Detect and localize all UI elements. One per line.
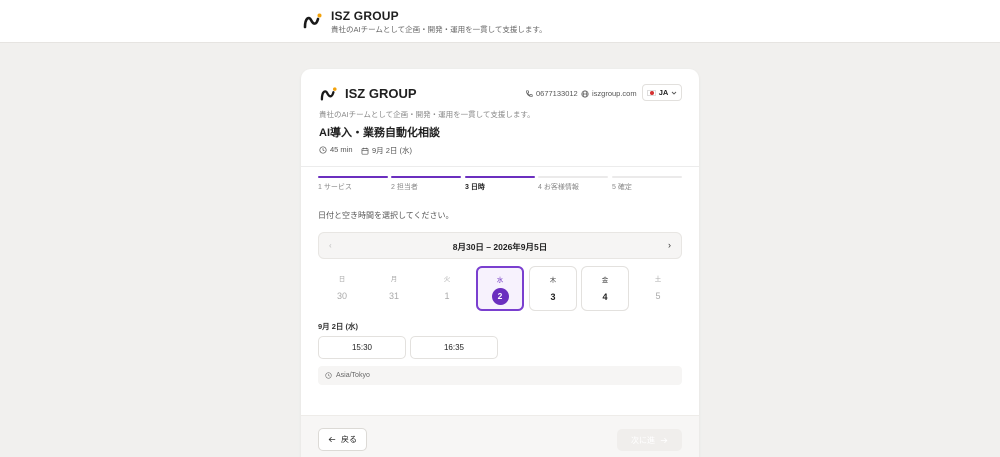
day-weekday: 木 [549, 277, 557, 284]
day-cell-30: 日 30 [318, 266, 366, 311]
step-bar [612, 176, 682, 178]
day-weekday: 日 [338, 276, 346, 283]
step-bar [391, 176, 461, 178]
step-label: 1 サービス [318, 184, 352, 191]
duration-info: 45 min [319, 145, 353, 154]
clock-icon [319, 145, 327, 154]
date-info: 9月 2日 (水) [361, 145, 412, 156]
step-label: 5 確定 [612, 184, 632, 191]
day-cell-31: 月 31 [370, 266, 418, 311]
step-label: 4 お客様情報 [538, 184, 579, 191]
day-cell-5: 土 5 [634, 266, 682, 311]
step-label: 3 日時 [465, 184, 485, 191]
day-number: 31 [388, 291, 399, 301]
chevron-right-icon[interactable]: › [668, 240, 671, 250]
website-url: iszgroup.com [592, 89, 637, 98]
day-weekday: 金 [601, 277, 609, 284]
globe-icon [581, 89, 589, 98]
step-bar [465, 176, 535, 178]
back-button[interactable]: 戻る [318, 428, 367, 451]
step-bar [318, 176, 388, 178]
day-number: 3 [550, 292, 556, 302]
step-label: 2 担当者 [391, 184, 418, 191]
arrow-right-icon [660, 437, 668, 443]
day-cell-2-selected[interactable]: 水 2 [476, 266, 524, 311]
chevron-down-icon [671, 91, 677, 95]
step-customer-info: 4 お客様情報 [538, 176, 608, 192]
day-weekday: 月 [390, 276, 398, 283]
duration-text: 45 min [330, 145, 353, 154]
next-button[interactable]: 次に進 [617, 429, 682, 451]
step-service: 1 サービス [318, 176, 388, 192]
week-range: 8月30日 – 2026年9月5日 [452, 242, 548, 252]
booking-card: ISZ GROUP 0677133012 iszgroup.com JA 貴社の… [301, 69, 699, 457]
day-number: 1 [444, 291, 450, 301]
phone-link[interactable]: 0677133012 [525, 89, 578, 98]
timezone-text: Asia/Tokyo [336, 372, 370, 379]
card-brand: ISZ GROUP [345, 86, 417, 101]
time-slot-button[interactable]: 15:30 [318, 336, 406, 359]
language-select[interactable]: JA [642, 84, 682, 101]
header-brand: ISZ GROUP [331, 9, 399, 23]
phone-number: 0677133012 [536, 89, 578, 98]
day-cell-3[interactable]: 木 3 [529, 266, 577, 311]
back-label: 戻る [341, 435, 357, 444]
step-confirm: 5 確定 [612, 176, 682, 192]
day-number: 30 [336, 291, 347, 301]
instruction-text: 日付と空き時間を選択してください。 [318, 211, 454, 220]
header-tagline: 貴社のAIチームとして企画・開発・運用を一貫して支援します。 [331, 25, 547, 34]
day-cell-4[interactable]: 金 4 [581, 266, 629, 311]
phone-icon [526, 89, 533, 97]
isz-logo-icon [303, 13, 322, 29]
day-cell-1: 火 1 [423, 266, 471, 311]
language-code: JA [658, 88, 669, 97]
card-description: 貴社のAIチームとして企画・開発・運用を一貫して支援します。 [319, 110, 535, 119]
website-link[interactable]: iszgroup.com [581, 89, 637, 98]
timezone-info: Asia/Tokyo [318, 366, 682, 385]
japan-flag-icon [646, 89, 656, 96]
divider [301, 166, 699, 167]
day-picker: 日 30 月 31 火 1 水 2 木 3 金 4 土 5 [318, 266, 682, 311]
time-slot-button[interactable]: 16:35 [410, 336, 498, 359]
arrow-left-icon [328, 436, 336, 443]
isz-logo-icon [320, 87, 337, 101]
service-title: AI導入・業務自動化相談 [319, 127, 440, 139]
day-number: 4 [602, 292, 608, 302]
week-navigator: ‹ 8月30日 – 2026年9月5日 › [318, 232, 682, 259]
day-weekday: 火 [443, 276, 451, 283]
day-weekday: 水 [496, 277, 504, 284]
clock-icon [325, 372, 332, 379]
next-label: 次に進 [631, 435, 655, 445]
step-staff: 2 担当者 [391, 176, 461, 192]
day-number: 2 [491, 288, 509, 305]
progress-steps: 1 サービス 2 担当者 3 日時 4 お客様情報 5 確定 [318, 176, 682, 196]
selected-date-heading: 9月 2日 (水) [318, 322, 359, 331]
card-footer: 戻る 次に進 [301, 415, 699, 457]
day-weekday: 土 [654, 276, 662, 283]
calendar-icon [361, 147, 369, 155]
date-text: 9月 2日 (水) [372, 146, 413, 155]
top-header: ISZ GROUP 貴社のAIチームとして企画・開発・運用を一貫して支援します。 [0, 0, 1000, 43]
step-bar [538, 176, 608, 178]
day-number: 5 [655, 291, 661, 301]
step-datetime: 3 日時 [465, 176, 535, 192]
